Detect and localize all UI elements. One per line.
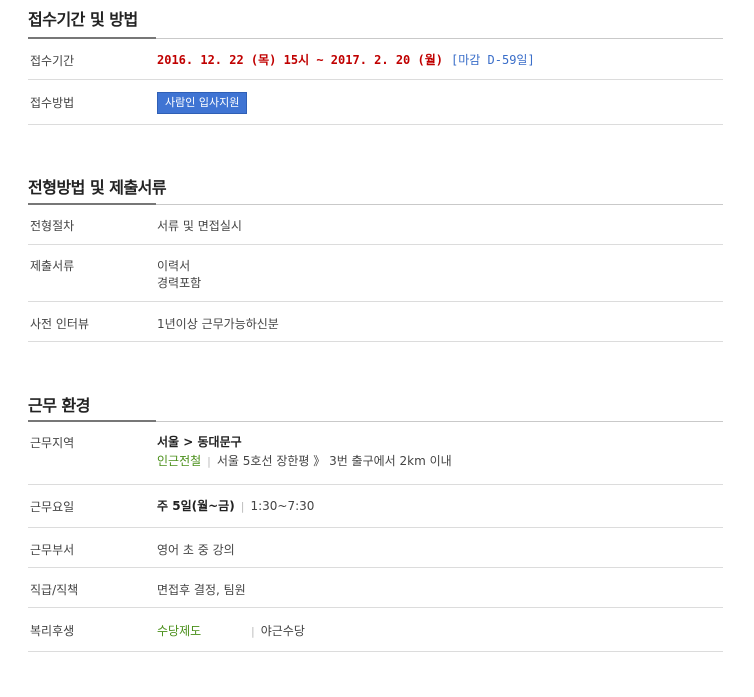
welfare-label: 복리후생 bbox=[30, 624, 75, 638]
work-hours: 1:30~7:30 bbox=[250, 499, 315, 513]
rank-row: 직급/직책 면접후 결정, 팀원 bbox=[28, 568, 723, 608]
selection-title: 전형방법 및 제출서류 bbox=[28, 178, 167, 197]
days-row: 근무요일 주 5일(월~금) | 1:30~7:30 bbox=[28, 485, 723, 528]
process-value: 서류 및 면접실시 bbox=[157, 219, 242, 233]
method-label: 접수방법 bbox=[30, 96, 75, 110]
dept-value: 영어 초 중 강의 bbox=[157, 543, 235, 557]
nearby-subway-tag: 인근전철 bbox=[157, 454, 202, 468]
process-row: 전형절차 서류 및 면접실시 bbox=[28, 205, 723, 245]
interview-value: 1년이상 근무가능하신분 bbox=[157, 317, 279, 331]
welfare-item: 야근수당 bbox=[260, 624, 305, 638]
period-value: 2016. 12. 22 (목) 15시 ~ 2017. 2. 20 (월) [마… bbox=[157, 51, 535, 68]
area-label: 근무지역 bbox=[30, 436, 75, 450]
apply-button[interactable]: 사람인 입사지원 bbox=[157, 92, 248, 114]
environment-title: 근무 환경 bbox=[28, 396, 90, 415]
interview-label: 사전 인터뷰 bbox=[30, 317, 90, 331]
welfare-row: 복리후생 수당제도 | 야근수당 bbox=[28, 608, 723, 652]
interview-row: 사전 인터뷰 1년이상 근무가능하신분 bbox=[28, 302, 723, 342]
docs-line2: 경력포함 bbox=[157, 276, 202, 290]
dept-row: 근무부서 영어 초 중 강의 bbox=[28, 528, 723, 568]
reception-title: 접수기간 및 방법 bbox=[28, 10, 138, 29]
reception-section: 접수기간 및 방법 접수기간 2016. 12. 22 (목) 15시 ~ 20… bbox=[28, 0, 723, 130]
area-station: 인근전철 | 서울 5호선 장한평 》 3번 출구에서 2km 이내 bbox=[157, 452, 452, 469]
days-separator: | bbox=[240, 500, 245, 513]
selection-section: 전형방법 및 제출서류 전형절차 서류 및 면접실시 제출서류 이력서 경력포함… bbox=[28, 170, 723, 350]
period-label: 접수기간 bbox=[30, 54, 75, 68]
docs-label: 제출서류 bbox=[30, 259, 75, 273]
docs-line1: 이력서 bbox=[157, 259, 191, 273]
area-region: 서울 > 동대문구 bbox=[157, 433, 242, 450]
method-value: 사람인 입사지원 bbox=[157, 92, 248, 114]
period-row: 접수기간 2016. 12. 22 (목) 15시 ~ 2017. 2. 20 … bbox=[28, 39, 723, 80]
area-row: 근무지역 서울 > 동대문구 인근전철 | 서울 5호선 장한평 》 3번 출구에서… bbox=[28, 422, 723, 485]
period-dates: 2016. 12. 22 (목) 15시 ~ 2017. 2. 20 (월) bbox=[157, 53, 443, 67]
docs-row: 제출서류 이력서 경력포함 bbox=[28, 245, 723, 302]
work-days: 주 5일(월~금) bbox=[157, 499, 235, 513]
welfare-value: 수당제도 | 야근수당 bbox=[157, 622, 305, 639]
environment-section: 근무 환경 근무지역 서울 > 동대문구 인근전철 | 서울 5호선 장한평 》 3… bbox=[28, 388, 723, 658]
welfare-separator: | bbox=[251, 625, 255, 638]
days-label: 근무요일 bbox=[30, 500, 75, 514]
area-separator: | bbox=[207, 455, 211, 468]
method-row: 접수방법 사람인 입사지원 bbox=[28, 80, 723, 125]
area-region-text: 서울 > 동대문구 bbox=[157, 435, 242, 449]
welfare-tag: 수당제도 bbox=[157, 624, 202, 638]
deadline-dday: [마감 D-59일] bbox=[450, 53, 535, 67]
rank-value: 면접후 결정, 팀원 bbox=[157, 583, 246, 597]
area-station-text: 서울 5호선 장한평 》 3번 출구에서 2km 이내 bbox=[216, 454, 452, 468]
dept-label: 근무부서 bbox=[30, 543, 75, 557]
rank-label: 직급/직책 bbox=[30, 583, 79, 597]
process-label: 전형절차 bbox=[30, 219, 75, 233]
days-value: 주 5일(월~금) | 1:30~7:30 bbox=[157, 497, 314, 514]
